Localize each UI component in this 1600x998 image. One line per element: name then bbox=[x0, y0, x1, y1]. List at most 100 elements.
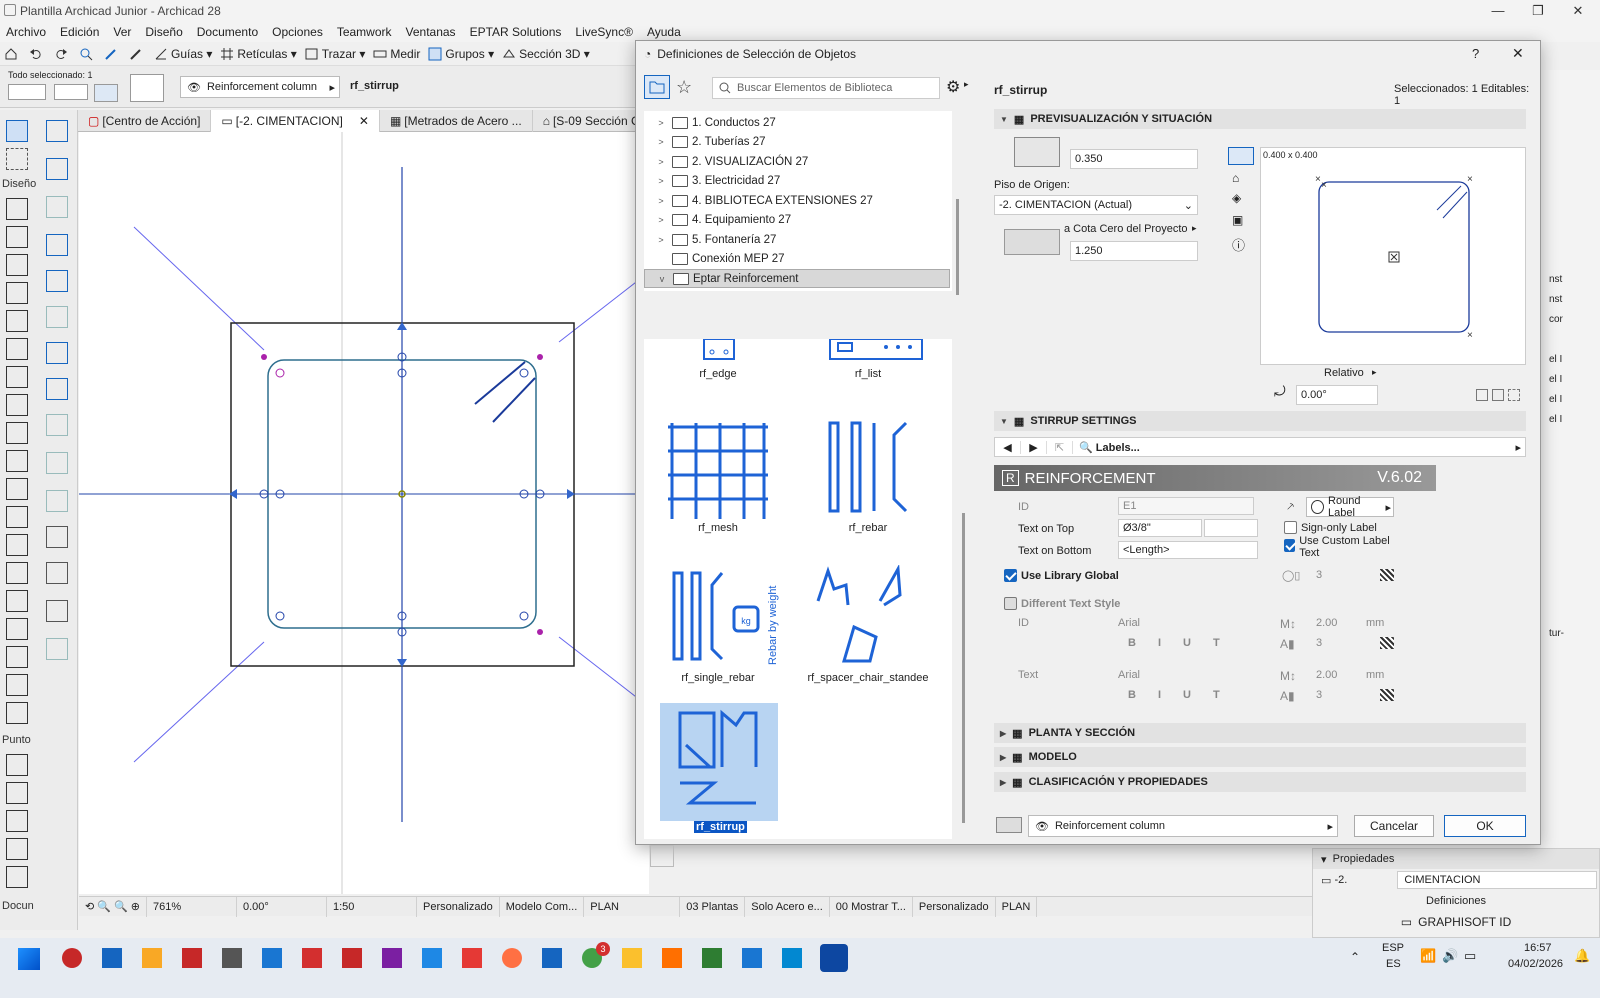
tab-metrados[interactable]: ▦ [Metrados de Acero ... bbox=[380, 110, 533, 132]
wifi-icon[interactable]: 📶 bbox=[1420, 948, 1436, 964]
rebar-tool-icon[interactable] bbox=[46, 342, 68, 364]
lang-es[interactable]: ES bbox=[1386, 958, 1401, 970]
rotation-value[interactable]: 0.00° bbox=[237, 896, 327, 917]
thumb-rf-stirrup-selected[interactable] bbox=[660, 703, 778, 821]
floor-name-field[interactable]: CIMENTACION bbox=[1397, 871, 1598, 889]
selection-arrow-button[interactable] bbox=[8, 84, 46, 100]
3d-preview-icon[interactable]: ◈ bbox=[1232, 191, 1241, 205]
info-icon[interactable]: ⓘ bbox=[1232, 235, 1245, 254]
library-search-input[interactable]: Buscar Elementos de Biblioteca bbox=[712, 77, 940, 99]
find-select-icon[interactable] bbox=[79, 47, 96, 61]
section-clasificacion[interactable]: ▶ ▦ CLASIFICACIÓN Y PROPIEDADES bbox=[994, 772, 1526, 792]
clock-time[interactable]: 16:57 bbox=[1524, 942, 1552, 954]
morph-tool-icon[interactable] bbox=[6, 562, 28, 584]
library-manager-icon[interactable] bbox=[650, 845, 674, 867]
trazar-button[interactable]: Trazar ▾ bbox=[305, 47, 365, 61]
app-icon[interactable] bbox=[62, 948, 82, 968]
cota-arrow-icon[interactable]: ▸ bbox=[1192, 223, 1197, 234]
tree-item[interactable]: Conexión MEP 27 bbox=[644, 249, 950, 268]
favorites-star-icon[interactable]: ☆ bbox=[676, 77, 692, 98]
rebar-tool-icon[interactable] bbox=[46, 306, 68, 328]
section-preview-icon[interactable]: ▣ bbox=[1232, 213, 1243, 227]
excel-icon[interactable] bbox=[702, 948, 722, 968]
menu-livesync[interactable]: LiveSync® bbox=[575, 25, 633, 39]
redo-icon[interactable] bbox=[54, 47, 71, 61]
rebar-tool-icon[interactable] bbox=[46, 158, 68, 180]
hotspot-tool-icon[interactable] bbox=[6, 810, 28, 832]
menu-archivo[interactable]: Archivo bbox=[6, 25, 46, 39]
clock-date[interactable]: 04/02/2026 bbox=[1508, 958, 1563, 970]
grupos-button[interactable]: Grupos ▾ bbox=[428, 47, 494, 61]
column-tool-icon[interactable] bbox=[6, 254, 28, 276]
label-style-icon[interactable]: ⸕ bbox=[1286, 497, 1295, 514]
door-tool-icon[interactable] bbox=[6, 310, 28, 332]
thumb-rf-rebar[interactable]: rf_rebar bbox=[798, 415, 938, 534]
text-top-extra-input[interactable] bbox=[1204, 519, 1258, 537]
sign-only-checkbox[interactable]: Sign-only Label bbox=[1284, 521, 1377, 534]
pattern-icon[interactable] bbox=[1380, 569, 1394, 581]
text-top-input[interactable]: Ø3/8" bbox=[1118, 519, 1202, 537]
id-pen-value[interactable]: 3 bbox=[1316, 637, 1322, 649]
next-page-icon[interactable]: ▶ bbox=[1021, 440, 1047, 454]
windows-start-icon[interactable] bbox=[18, 948, 40, 970]
notepad-icon[interactable] bbox=[742, 948, 762, 968]
rebar-tool-icon[interactable] bbox=[46, 196, 68, 218]
model-view-option[interactable]: Modelo Com... bbox=[500, 896, 585, 917]
rebar-tool-icon[interactable] bbox=[46, 378, 68, 400]
battery-icon[interactable]: ▭ bbox=[1464, 948, 1476, 964]
window-tool-icon[interactable] bbox=[6, 338, 28, 360]
close-window-icon[interactable]: ✕ bbox=[1558, 0, 1598, 22]
tree-item[interactable]: >4. Equipamiento 27 bbox=[644, 210, 950, 229]
graphic-override[interactable]: Solo Acero e... bbox=[745, 896, 830, 917]
menu-ayuda[interactable]: Ayuda bbox=[647, 25, 681, 39]
labels-dropdown[interactable]: 🔍 Labels... bbox=[1079, 441, 1140, 454]
rebar-tool-icon[interactable] bbox=[46, 452, 68, 474]
archicad-active-icon[interactable] bbox=[820, 944, 848, 972]
text-bottom-input[interactable]: <Length> bbox=[1118, 541, 1258, 559]
ok-button[interactable]: OK bbox=[1444, 815, 1526, 837]
app-icon[interactable] bbox=[382, 948, 402, 968]
mirror-toggle[interactable] bbox=[1476, 389, 1488, 401]
id-font-select[interactable]: Arial bbox=[1118, 617, 1140, 629]
seccion3d-button[interactable]: Sección 3D ▾ bbox=[502, 47, 590, 61]
curtain-wall-tool-icon[interactable] bbox=[6, 534, 28, 556]
elevation-input[interactable]: 1.250 bbox=[1070, 241, 1198, 261]
pattern-icon[interactable] bbox=[1380, 637, 1394, 649]
mirror-x-icon[interactable] bbox=[1492, 389, 1504, 401]
tree-item[interactable]: >3. Electricidad 27 bbox=[644, 171, 950, 190]
relativo-arrow-icon[interactable]: ▸ bbox=[1372, 367, 1377, 378]
pen-set[interactable]: 03 Plantas bbox=[680, 896, 746, 917]
rotate-icon[interactable] bbox=[94, 84, 118, 102]
graphisoft-id[interactable]: ▭ GRAPHISOFT ID bbox=[1313, 911, 1599, 933]
acrobat-icon[interactable] bbox=[342, 948, 362, 968]
beam-tool-icon[interactable] bbox=[6, 282, 28, 304]
use-custom-label-checkbox[interactable]: Use Custom Label Text bbox=[1284, 535, 1394, 559]
tree-item[interactable]: >2. Tuberías 27 bbox=[644, 132, 950, 151]
app-icon[interactable] bbox=[782, 948, 802, 968]
tree-item[interactable]: >5. Fontanería 27 bbox=[644, 230, 950, 249]
zoom-controls[interactable]: ⟲ 🔍 🔍 ⊕ bbox=[79, 896, 147, 917]
thumb-rf-list[interactable]: rf_list bbox=[798, 338, 938, 380]
plan-option-2[interactable]: PLAN bbox=[996, 896, 1038, 917]
tree-item[interactable]: >2. VISUALIZACIÓN 27 bbox=[644, 152, 950, 171]
rotation-input[interactable]: 0.00° bbox=[1296, 385, 1378, 405]
arrow-tool-icon[interactable] bbox=[6, 120, 28, 142]
elevation-preview-icon[interactable]: ⌂ bbox=[1232, 171, 1239, 185]
marquee-button[interactable] bbox=[54, 84, 88, 100]
cancel-button[interactable]: Cancelar bbox=[1354, 815, 1434, 837]
rebar-tool-icon[interactable] bbox=[46, 526, 68, 548]
definiciones-button[interactable]: Definiciones bbox=[1313, 891, 1599, 911]
zoom-value[interactable]: 761% bbox=[147, 896, 237, 917]
use-library-global-checkbox[interactable]: Use Library Global bbox=[1004, 569, 1119, 582]
firefox-icon[interactable] bbox=[502, 948, 522, 968]
plan-preview-button[interactable] bbox=[1228, 147, 1254, 165]
tree-item[interactable]: >4. BIBLIOTECA EXTENSIONES 27 bbox=[644, 191, 950, 210]
stair-tool-icon[interactable] bbox=[6, 478, 28, 500]
menu-documento[interactable]: Documento bbox=[197, 25, 258, 39]
menu-eptar[interactable]: EPTAR Solutions bbox=[470, 25, 562, 39]
export-icon[interactable]: ⇱ bbox=[1047, 440, 1073, 454]
different-text-style-checkbox[interactable]: Different Text Style bbox=[1004, 597, 1120, 610]
id-input[interactable]: E1 bbox=[1118, 497, 1254, 515]
vlc-icon[interactable] bbox=[662, 948, 682, 968]
rebar-tool-icon[interactable] bbox=[46, 414, 68, 436]
